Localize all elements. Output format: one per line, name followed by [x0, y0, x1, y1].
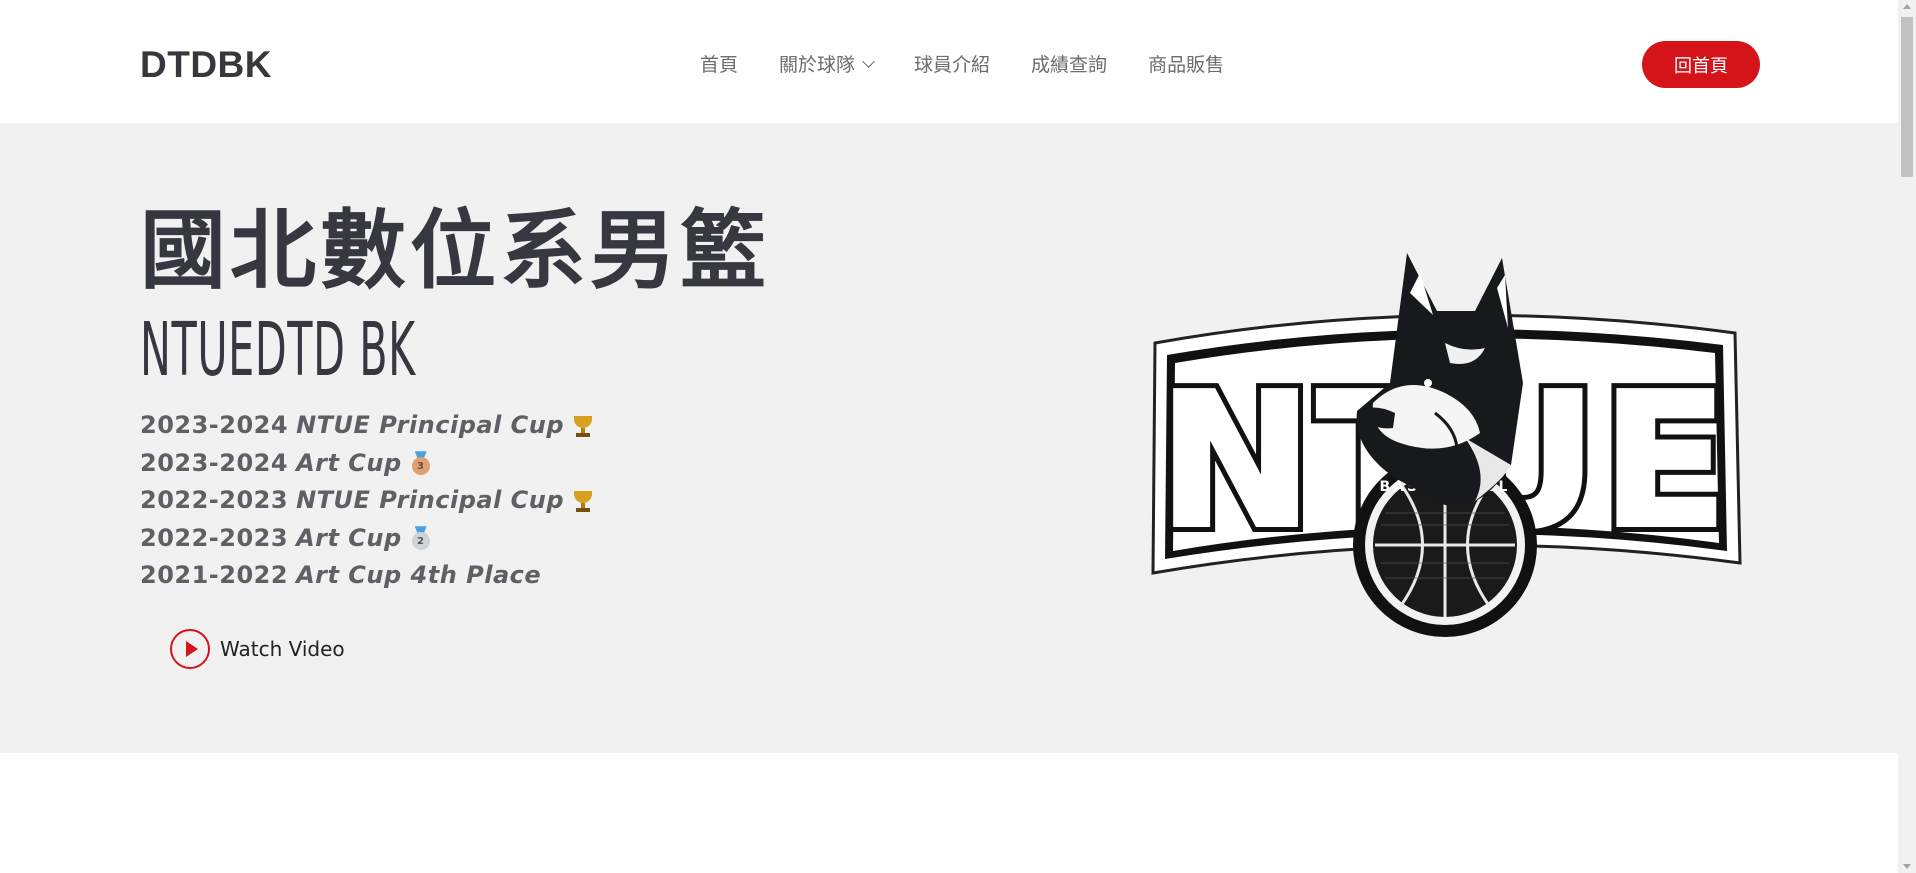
- back-home-button[interactable]: 回首頁: [1642, 41, 1760, 88]
- award-year: 2023-2024: [140, 448, 289, 477]
- award-item: 2021-2022 Art Cup 4th Place: [140, 557, 594, 595]
- awards-list: 2023-2024 NTUE Principal Cup 2023-2024 A…: [140, 407, 594, 595]
- nav-label: 商品販售: [1148, 54, 1225, 76]
- nav-item-players[interactable]: 球員介紹: [914, 50, 990, 77]
- award-event: Art Cup 4th Place: [296, 561, 542, 589]
- hero-title-english: NTUEDTD BK: [140, 307, 416, 393]
- award-event: Art Cup: [296, 448, 402, 477]
- award-item: 2022-2023 NTUE Principal Cup: [140, 482, 594, 520]
- award-item: 2023-2024 Art Cup 3: [140, 445, 594, 483]
- watch-video-button[interactable]: Watch Video: [170, 629, 345, 669]
- award-year: 2021-2022: [140, 561, 289, 589]
- site-logo[interactable]: DTDBK: [140, 44, 272, 86]
- nav-label: 球員介紹: [914, 54, 991, 76]
- nav-label: 關於球隊: [779, 54, 856, 76]
- nav-item-home[interactable]: 首頁: [700, 50, 738, 77]
- award-event: Art Cup: [296, 523, 402, 552]
- trophy-icon: [572, 489, 594, 513]
- nav-label: 成績查詢: [1031, 54, 1108, 76]
- hero-title-chinese: 國北數位系男籃: [140, 201, 770, 301]
- hero-section: 國北數位系男籃 NTUEDTD BK 2023-2024 NTUE Princi…: [0, 123, 1898, 753]
- page-scrollbar[interactable]: [1898, 0, 1916, 873]
- nav-item-results[interactable]: 成績查詢: [1031, 50, 1107, 77]
- main-nav: 首頁 關於球隊 球員介紹 成績查詢 商品販售: [700, 50, 1265, 77]
- nav-item-shop[interactable]: 商品販售: [1148, 50, 1224, 77]
- scroll-up-arrow-icon[interactable]: [1903, 4, 1911, 9]
- award-item: 2022-2023 Art Cup 2: [140, 520, 594, 558]
- play-icon: [170, 629, 210, 669]
- nav-item-about-team[interactable]: 關於球隊: [779, 50, 875, 77]
- trophy-icon: [572, 414, 594, 438]
- award-event: NTUE Principal Cup: [296, 486, 565, 514]
- scroll-thumb[interactable]: [1901, 17, 1913, 177]
- watch-video-label: Watch Video: [220, 637, 345, 661]
- silver-medal-icon: 2: [410, 526, 432, 551]
- award-year: 2022-2023: [140, 486, 289, 514]
- award-item: 2023-2024 NTUE Principal Cup: [140, 407, 594, 445]
- award-year: 2022-2023: [140, 523, 289, 552]
- award-year: 2023-2024: [140, 411, 289, 439]
- chevron-down-icon: [862, 54, 875, 68]
- scroll-down-arrow-icon[interactable]: [1903, 864, 1911, 869]
- nav-label: 首頁: [700, 54, 739, 76]
- award-event: NTUE Principal Cup: [296, 411, 565, 439]
- team-emblem-logo: NTUE NTUE BASKETBALL: [1151, 253, 1742, 637]
- bronze-medal-icon: 3: [410, 451, 432, 476]
- site-header: DTDBK 首頁 關於球隊 球員介紹 成績查詢 商品販售 回首頁: [0, 0, 1898, 123]
